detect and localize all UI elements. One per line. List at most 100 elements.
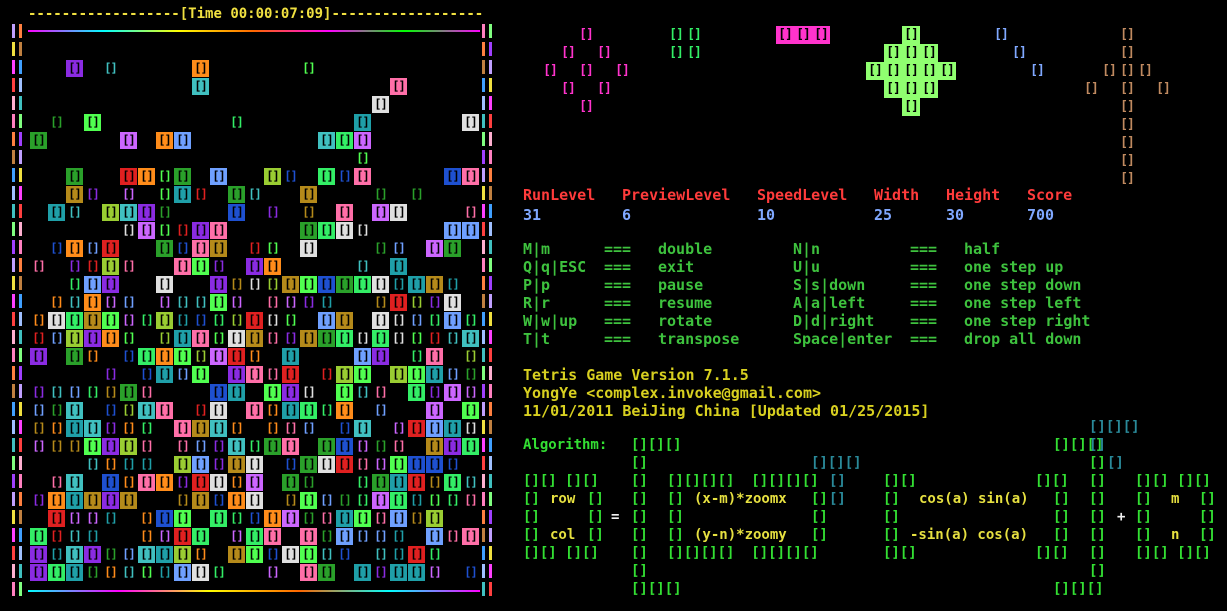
- board-block: []: [122, 421, 135, 435]
- matrix-bracket: []: [883, 509, 900, 525]
- matrix-bracket: []: [631, 491, 648, 507]
- board-block: []: [300, 564, 317, 581]
- matrix-bracket: []: [523, 491, 540, 507]
- preview-block: []: [1030, 63, 1045, 78]
- wall-segment: [489, 564, 492, 578]
- board-block: []: [30, 528, 47, 545]
- board-block: []: [176, 295, 189, 309]
- board-block: []: [192, 78, 209, 95]
- board-block: []: [138, 222, 155, 239]
- preview-block: []: [884, 62, 902, 80]
- board-block: []: [230, 313, 243, 327]
- wall-segment: [482, 24, 485, 38]
- wall-segment: [489, 348, 492, 362]
- board-block: []: [66, 474, 83, 491]
- board-block: []: [426, 420, 443, 437]
- board-block: []: [246, 258, 263, 275]
- board-block: []: [104, 385, 117, 399]
- board-block: []: [230, 475, 243, 489]
- key-action: double: [658, 240, 713, 258]
- matrix-bracket: []: [1053, 491, 1070, 507]
- board-block: []: [230, 115, 243, 129]
- board-block: []: [428, 295, 441, 309]
- board-block: []: [156, 510, 173, 527]
- board-block: []: [248, 439, 261, 453]
- preview-block: []: [794, 26, 812, 44]
- board-block: []: [356, 439, 369, 453]
- board-block: []: [318, 168, 335, 185]
- board-block: []: [66, 330, 83, 347]
- wall-segment: [482, 510, 485, 524]
- board-block: []: [392, 313, 405, 327]
- matrix-bracket: []: [811, 527, 828, 543]
- board-block: []: [32, 439, 45, 453]
- wall-segment: [19, 276, 22, 290]
- board-block: []: [282, 474, 299, 491]
- stat-value: 31: [523, 206, 542, 224]
- board-block: []: [356, 385, 369, 399]
- key-row: P|p === pause S|s|down === one step down: [523, 276, 1123, 294]
- stat-previewlevel: PreviewLevel 6: [622, 186, 730, 224]
- board-block: []: [174, 186, 191, 203]
- board-block: []: [444, 312, 461, 329]
- board-block: []: [68, 511, 81, 525]
- board-block: []: [138, 204, 155, 221]
- board-block: []: [84, 420, 101, 437]
- board-block: []: [320, 547, 333, 561]
- board-block: []: [104, 367, 117, 381]
- board-block: []: [140, 529, 153, 543]
- key-sep: ===: [604, 276, 632, 294]
- key-action: rotate: [658, 312, 713, 330]
- stat-value: 6: [622, 206, 632, 224]
- board-block: []: [266, 565, 279, 579]
- wall-segment: [489, 582, 492, 596]
- matrix-bracket: []: [587, 509, 604, 525]
- board-block: []: [248, 277, 261, 291]
- board-block: []: [410, 493, 423, 507]
- board-block: []: [50, 529, 63, 543]
- wall-segment: [12, 78, 15, 92]
- board-block: []: [246, 492, 263, 509]
- key-sep: ===: [604, 240, 632, 258]
- board-block: []: [392, 439, 405, 453]
- board-block: []: [320, 493, 333, 507]
- board-block: []: [174, 420, 191, 437]
- wall-segment: [482, 294, 485, 308]
- wall-segment: [12, 474, 15, 488]
- board-block: []: [156, 276, 173, 293]
- wall-segment: [489, 222, 492, 236]
- board-block: []: [210, 510, 227, 527]
- wall-segment: [482, 402, 485, 416]
- wall-segment: [489, 168, 492, 182]
- board-block: []: [212, 259, 225, 273]
- preview-block: []: [902, 62, 920, 80]
- preview-block: []: [1120, 135, 1135, 150]
- stat-label: Score: [1027, 186, 1073, 204]
- preview-block: []: [579, 27, 594, 42]
- matrix-bracket: []: [1053, 527, 1070, 543]
- wall-segment: [19, 330, 22, 344]
- board-block: []: [390, 474, 407, 491]
- board-block: []: [284, 493, 297, 507]
- board-block: []: [228, 366, 245, 383]
- preview-block: []: [902, 80, 920, 98]
- wall-segment: [482, 114, 485, 128]
- wall-segment: [482, 222, 485, 236]
- board-block: []: [50, 115, 63, 129]
- board-block: []: [86, 349, 99, 363]
- board-block: []: [138, 474, 155, 491]
- board-block: []: [354, 168, 371, 185]
- board-block: []: [48, 492, 65, 509]
- board-block: []: [464, 367, 477, 381]
- wall-segment: [482, 546, 485, 560]
- board-block: []: [194, 313, 207, 327]
- board-block: []: [426, 510, 443, 527]
- board-block: []: [84, 438, 101, 455]
- board-block: []: [354, 564, 371, 581]
- board-block: []: [300, 240, 317, 257]
- board-block: []: [282, 384, 299, 401]
- board-block: []: [408, 384, 425, 401]
- wall-segment: [482, 582, 485, 596]
- board-block: []: [174, 564, 191, 581]
- board-block: []: [104, 511, 117, 525]
